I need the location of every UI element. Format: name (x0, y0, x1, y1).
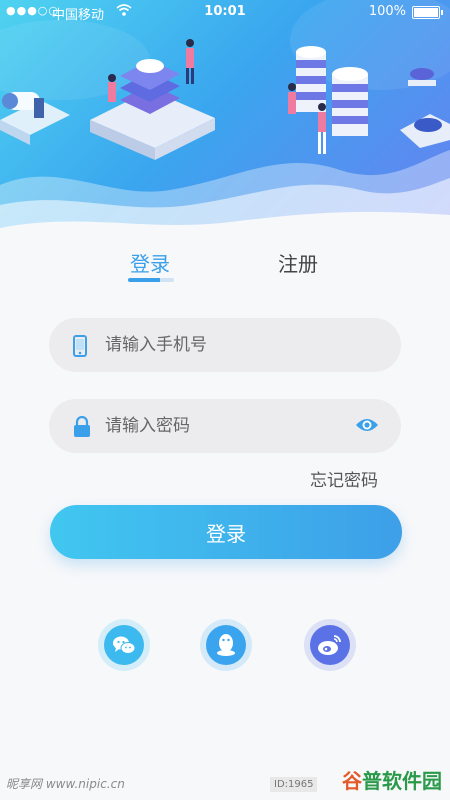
watermark-id: ID:1965 (270, 777, 318, 792)
login-button[interactable]: 登录 (50, 505, 402, 559)
watermark-site-a: 谷 (342, 769, 362, 793)
wechat-icon (113, 636, 136, 654)
status-bar: ●●●○○ 中国移动 10:01 100% (0, 0, 450, 24)
watermark-nipic: 昵享网 www.nipic.cn (6, 777, 125, 791)
phone-icon (73, 335, 87, 361)
phone-field[interactable]: 请输入手机号 (49, 318, 401, 372)
auth-tabs: 登录 注册 (0, 248, 450, 288)
watermark-site-b: 普软件园 (362, 769, 442, 793)
battery-icon (412, 6, 443, 19)
forgot-password-link[interactable]: 忘记密码 (310, 466, 378, 491)
header-illustration (0, 0, 450, 250)
qq-login-button[interactable] (200, 619, 252, 671)
watermark-site: 谷普软件园 (342, 765, 442, 794)
active-tab-indicator (128, 278, 174, 282)
lock-icon (73, 415, 91, 442)
tab-register[interactable]: 注册 (278, 248, 318, 277)
phone-input[interactable]: 请输入手机号 (105, 318, 207, 372)
wechat-login-button[interactable] (98, 619, 150, 671)
password-field[interactable]: 请输入密码 (49, 399, 401, 453)
isometric-illustration (0, 0, 450, 250)
weibo-icon (318, 635, 341, 655)
qq-icon (217, 634, 235, 656)
battery-percent: 100% (368, 4, 406, 19)
tab-login[interactable]: 登录 (130, 248, 170, 277)
eye-icon[interactable] (355, 417, 379, 437)
password-input[interactable]: 请输入密码 (105, 399, 190, 453)
weibo-login-button[interactable] (304, 619, 356, 671)
